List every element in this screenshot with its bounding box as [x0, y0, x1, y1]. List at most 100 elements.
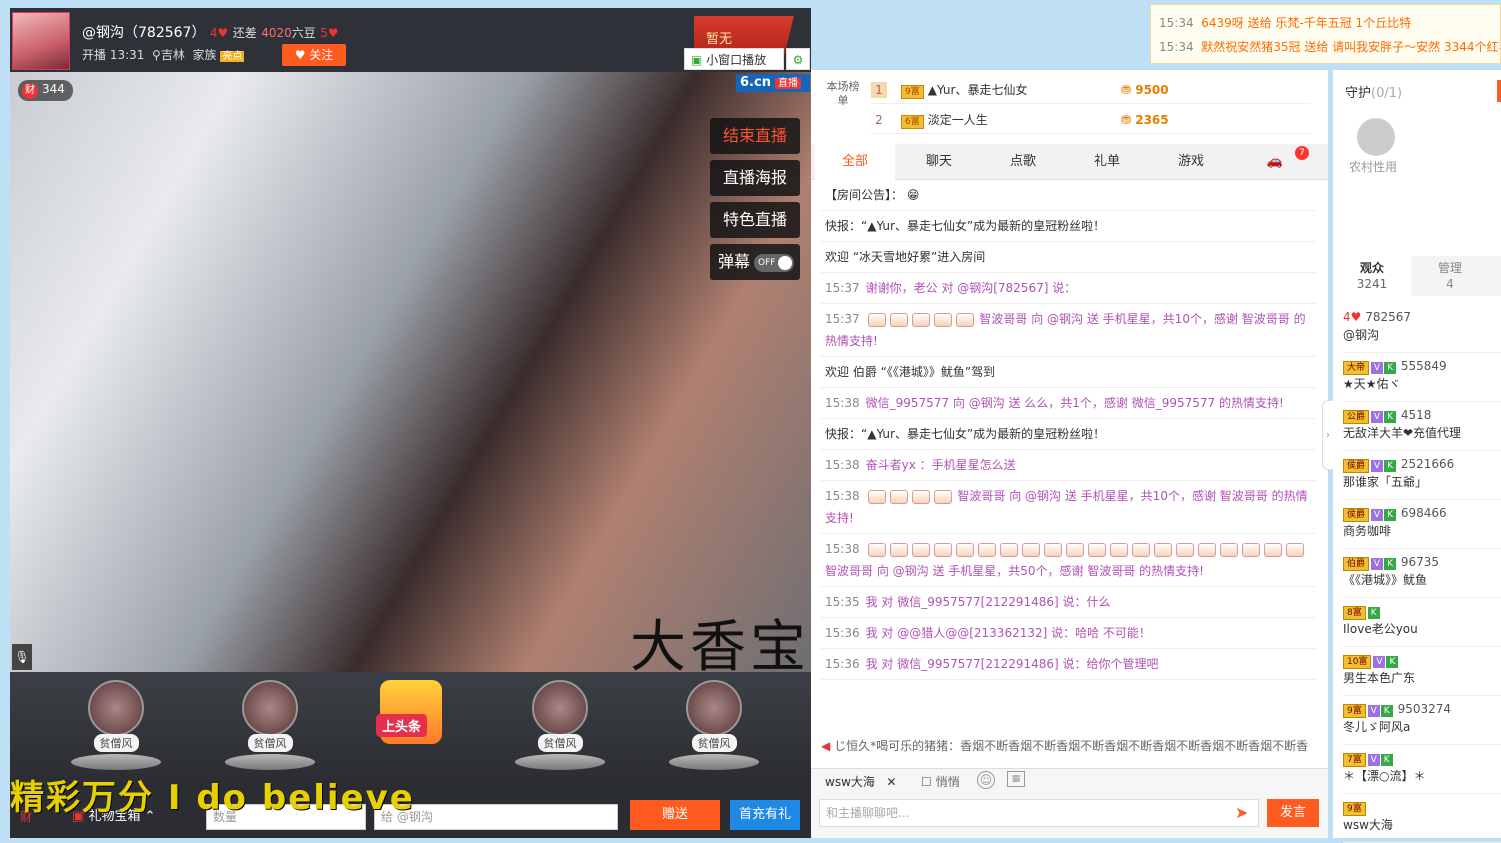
list-item: 15:35 我 对 微信_9957577[212291486] 说：什么 — [821, 587, 1316, 618]
list-item: 15:38 微信_9957577 向 @钢沟 送 么么，共1个，感谢 微信_995… — [821, 388, 1316, 419]
gift-ticker: 15:34 6439呀 送给 乐梵-千年五冠 1个丘比特 15:34 默然祝安然… — [1150, 4, 1501, 64]
mic-icon[interactable]: 🎙 — [12, 644, 32, 670]
video-player[interactable]: 财 344 6.cn 直播 结束直播 直播海报 特色直播 弹幕 OFF 大香宝 — [10, 72, 811, 680]
tab-chat[interactable]: 聊天 — [899, 144, 979, 180]
list-item: 15:38 奋斗者yx ：手机星星怎么送 — [821, 450, 1316, 481]
scroll-indicator — [1497, 80, 1501, 102]
monk-icon — [686, 680, 742, 736]
list-item: 欢迎 “冰天雪地好累”进入房间 — [821, 242, 1316, 273]
list-item[interactable]: 大帝 V K 555849 ★天★佑ヾ — [1343, 353, 1501, 402]
audience-tabs: 观众 3241 管理 4 — [1333, 256, 1501, 296]
live-poster-button[interactable]: 直播海报 — [710, 160, 800, 196]
list-item[interactable]: 7富 V K ＊【漂○流】＊ — [1343, 745, 1501, 794]
tab-managers[interactable]: 管理 4 — [1411, 256, 1489, 296]
smile-icon: 😁 — [906, 188, 920, 202]
location-icon: ⚲ — [152, 48, 161, 62]
chat-panel: 本场榜单 1 9富 ▲Yur、暴走七仙女 ⛃ 9500 2 6富 淡定一人生 ⛃ 236… — [811, 70, 1328, 838]
host-info: @钢沟（782567） 4♥ 还差 4020六豆 5♥ — [82, 22, 339, 42]
feature-live-button[interactable]: 特色直播 — [710, 202, 800, 238]
wealth-icon: 财 — [22, 83, 38, 99]
chat-target[interactable]: wsw大海 ✕ — [825, 773, 896, 790]
list-item: 快报：“▲Yur、暴走七仙女”成为最新的皇冠粉丝啦！ — [821, 211, 1316, 242]
site-logo: 6.cn 直播 — [736, 74, 810, 92]
family-label: 家族 — [192, 48, 217, 62]
host-name[interactable]: @钢沟（782567） — [82, 25, 205, 41]
tab-game[interactable]: 游戏 — [1151, 144, 1231, 180]
mini-window-button[interactable]: ▣ 小窗口播放 — [684, 48, 784, 70]
gear-icon[interactable]: ⚙ — [786, 48, 810, 70]
speaker-icon: ◀ — [821, 739, 831, 753]
monk-icon — [532, 680, 588, 736]
system-notice: ◀ じ恒久*喝可乐的猪猪：香烟不断香烟不断香烟不断香烟不断香烟不断香烟不断香烟不… — [821, 739, 1309, 753]
host-avatar[interactable] — [12, 12, 70, 70]
rank-row[interactable]: 1 9富 ▲Yur、暴走七仙女 ⛃ 9500 — [871, 76, 1311, 104]
image-icon[interactable]: ▦ — [1007, 771, 1025, 787]
gift-slot[interactable]: 贫僧风 — [664, 680, 764, 780]
live-time: 开播 13:31 — [82, 48, 145, 62]
tab-song[interactable]: 点歌 — [983, 144, 1063, 180]
list-item: 15:36 我 对 @@猎人@@[213362132] 说：哈哈 不可能！ — [821, 618, 1316, 649]
list-item[interactable]: 伯爵 V K 96735 《《港城》》鱿鱼 — [1343, 549, 1501, 598]
list-item[interactable]: 公爵 V K 4518 无敌洋大羊❤充值代理 — [1343, 402, 1501, 451]
list-item: 快报：“▲Yur、暴走七仙女”成为最新的皇冠粉丝啦！ — [821, 419, 1316, 450]
follow-button[interactable]: ♥ 关注 — [282, 44, 346, 66]
list-item: 欢迎 伯爵 “《《港城》》鱿鱼”驾到 — [821, 357, 1316, 388]
headline-gift[interactable]: 上头条 — [376, 680, 442, 744]
post-button[interactable]: 发言 — [1267, 799, 1319, 827]
coin-icon: ⛃ 2365 — [1121, 113, 1169, 127]
tv-icon: ▣ — [691, 53, 703, 67]
chat-list: 【房间公告】： 😁 快报：“▲Yur、暴走七仙女”成为最新的皇冠粉丝啦！ 欢迎 … — [821, 180, 1316, 758]
rank-row[interactable]: 2 6富 淡定一人生 ⛃ 2365 — [871, 106, 1311, 134]
list-item: 15:38 智波哥哥 向 @钢沟 送 手机星星，共10个，感谢 智波哥哥 的热情… — [821, 481, 1316, 534]
car-badge: 7 — [1295, 146, 1309, 160]
scrolling-danmu: 精彩万分 I do believe — [10, 778, 415, 818]
list-item[interactable]: 侯爵 V K 2521666 那谁家「五爺」 — [1343, 451, 1501, 500]
room-notice: 【房间公告】： 😁 — [821, 180, 1316, 211]
guard-title: 守护(0/1) — [1345, 86, 1403, 101]
send-gift-button[interactable]: 赠送 — [630, 800, 720, 830]
list-item: 15:37 智波哥哥 向 @钢沟 送 手机星星，共10个，感谢 智波哥哥 的热情… — [821, 304, 1316, 357]
family-badge[interactable]: 亮点 — [220, 51, 245, 62]
danmu-switch[interactable]: OFF — [754, 253, 795, 272]
chat-input-area: wsw大海 ✕ ☐ 悄悄 ☺ ▦ 和主播聊聊吧... ➤ 发言 — [811, 768, 1328, 838]
tab-audience[interactable]: 观众 3241 — [1333, 256, 1411, 296]
list-item[interactable]: 9富 wsw大海 — [1343, 794, 1501, 843]
next-heart-icon: 5♥ — [320, 26, 339, 40]
gift-slot[interactable]: 贫僧风 — [66, 680, 166, 780]
danmu-toggle-button[interactable]: 弹幕 OFF — [710, 244, 800, 280]
recharge-button[interactable]: 首充有礼 — [730, 800, 800, 830]
end-live-button[interactable]: 结束直播 — [710, 118, 800, 154]
emoji-icon[interactable]: ☺ — [977, 771, 995, 789]
gift-slot[interactable]: 贫僧风 — [510, 680, 610, 780]
heart-icon: 4♥ — [209, 26, 229, 40]
list-item: 15:36 我 对 微信_9957577[212291486] 说：给你个管理吧 — [821, 649, 1316, 680]
guard-avatar[interactable] — [1357, 118, 1395, 156]
list-item: 15:37 谢谢你，老公 对 @钢沟[782567] 说： — [821, 273, 1316, 304]
list-item[interactable]: 侯爵 V K 698466 商务咖啡 — [1343, 500, 1501, 549]
live-stage: @钢沟（782567） 4♥ 还差 4020六豆 5♥ 开播 13:31 ⚲吉林… — [10, 8, 811, 838]
ticker-row: 15:34 默然祝安然猪35冠 送给 请叫我安胖子～安然 3344个红苹果 — [1159, 40, 1501, 54]
monk-icon — [88, 680, 144, 736]
list-item[interactable]: 9富 V K 9503274 冬儿ゞ阿风a — [1343, 696, 1501, 745]
gift-slot[interactable]: 贫僧风 — [220, 680, 320, 780]
guard-name: 农村性用 — [1349, 160, 1398, 174]
tab-all[interactable]: 全部 — [815, 144, 895, 180]
paper-plane-icon[interactable]: ➤ — [1235, 803, 1248, 822]
overlay-text: 大香宝 — [630, 615, 810, 680]
tab-gift-list[interactable]: 礼单 — [1067, 144, 1147, 180]
list-item[interactable]: 8富 K Ilove老公you — [1343, 598, 1501, 647]
location: 吉林 — [160, 48, 185, 62]
monk-icon — [242, 680, 298, 736]
gap-unit: 六豆 — [291, 26, 316, 40]
gap-num: 4020 — [261, 26, 292, 40]
list-item[interactable]: 10富 V K 男生本色广东 — [1343, 647, 1501, 696]
list-item[interactable]: 4♥ 782567 @钢沟 — [1343, 304, 1501, 353]
ticker-row: 15:34 6439呀 送给 乐梵-千年五冠 1个丘比特 — [1159, 16, 1412, 30]
chat-input[interactable]: 和主播聊聊吧... — [819, 799, 1259, 827]
list-item: 15:38 智波哥哥 向 @钢沟 送 手机星星，共50个，感谢 智波哥哥 的热情… — [821, 534, 1316, 587]
coin-icon: ⛃ 9500 — [1121, 83, 1169, 97]
host-header: @钢沟（782567） 4♥ 还差 4020六豆 5♥ 开播 13:31 ⚲吉林… — [10, 8, 811, 72]
live-meta: 开播 13:31 ⚲吉林 家族 亮点 — [82, 46, 245, 63]
rank-label[interactable]: 本场榜单 — [825, 80, 861, 108]
whisper-checkbox[interactable]: ☐ 悄悄 — [921, 773, 960, 790]
